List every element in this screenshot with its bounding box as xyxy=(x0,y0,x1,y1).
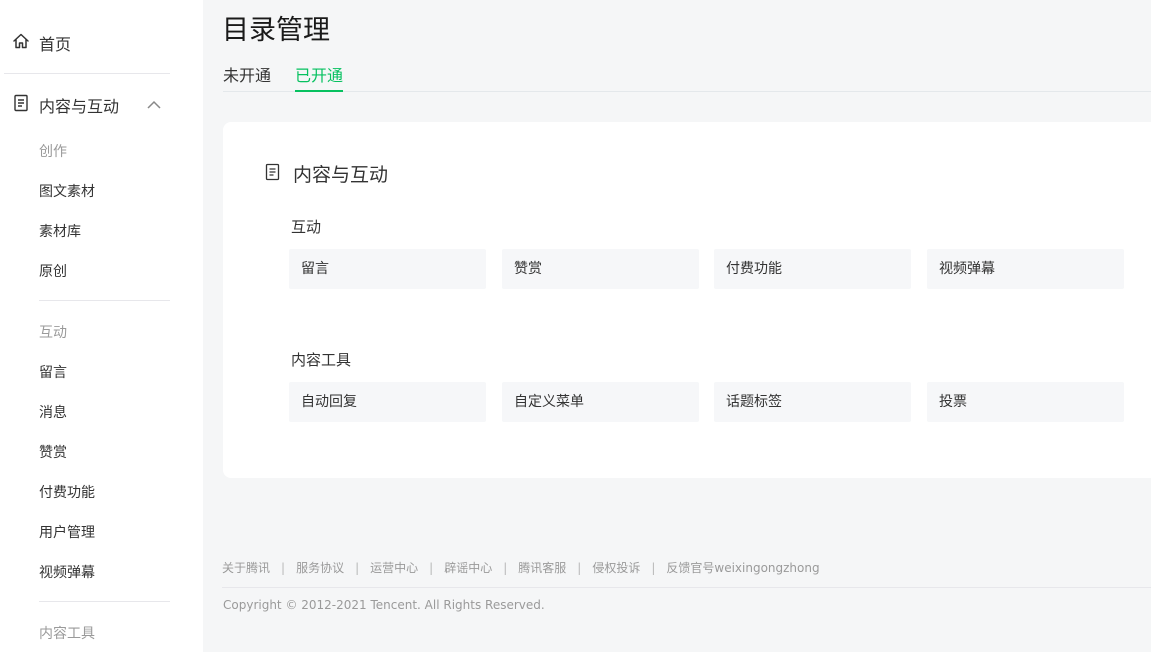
sidebar-item-messages[interactable]: 消息 xyxy=(39,402,67,422)
footer-link-rumor[interactable]: 辟谣中心 xyxy=(444,559,492,576)
section-title-interact: 互动 xyxy=(39,325,67,341)
feature-custom-menu[interactable]: 自定义菜单 xyxy=(502,382,699,422)
feature-appreciation[interactable]: 赞赏 xyxy=(502,249,699,289)
sidebar-item-paid[interactable]: 付费功能 xyxy=(39,482,95,502)
document-icon xyxy=(265,163,281,185)
sidebar-item-original[interactable]: 原创 xyxy=(39,261,67,281)
chevron-up-icon[interactable] xyxy=(146,97,162,117)
footer-link-feedback[interactable]: 反馈官号weixingongzhong xyxy=(666,559,819,576)
footer-separator: | xyxy=(281,560,286,575)
sidebar-item-users[interactable]: 用户管理 xyxy=(39,522,95,542)
footer-link-operations[interactable]: 运营中心 xyxy=(370,559,418,576)
sidebar-group-label: 内容与互动 xyxy=(39,97,120,116)
page-title: 目录管理 xyxy=(222,15,330,46)
sidebar-divider xyxy=(4,73,170,74)
document-icon xyxy=(12,94,30,116)
footer-links: 关于腾讯 | 服务协议 | 运营中心 | 辟谣中心 | 腾讯客服 | 侵权投诉 … xyxy=(222,559,820,576)
sidebar: 首页 内容与互动 创作 图文素材 素材库 原创 互动 留言 消息 赞赏 付费功能… xyxy=(0,0,203,652)
footer-separator: | xyxy=(577,560,582,575)
sidebar-item-library[interactable]: 素材库 xyxy=(39,221,81,241)
footer-separator: | xyxy=(651,560,656,575)
group-title-tools: 内容工具 xyxy=(291,351,352,369)
sidebar-group-content-interaction[interactable]: 内容与互动 xyxy=(12,93,170,117)
sidebar-item-home[interactable]: 首页 xyxy=(12,31,71,55)
footer-link-service[interactable]: 腾讯客服 xyxy=(518,559,566,576)
feature-vote[interactable]: 投票 xyxy=(927,382,1124,422)
sidebar-item-comments[interactable]: 留言 xyxy=(39,362,67,382)
card-title: 内容与互动 xyxy=(293,164,389,186)
group-title-interact: 互动 xyxy=(291,218,322,236)
sidebar-item-home-label: 首页 xyxy=(39,35,72,54)
feature-paid[interactable]: 付费功能 xyxy=(714,249,911,289)
feature-auto-reply[interactable]: 自动回复 xyxy=(289,382,486,422)
sidebar-divider xyxy=(39,300,170,301)
home-icon xyxy=(12,32,30,54)
section-title-create: 创作 xyxy=(39,144,67,160)
feature-topic-tags[interactable]: 话题标签 xyxy=(714,382,911,422)
sidebar-divider xyxy=(39,601,170,602)
footer-separator: | xyxy=(503,560,508,575)
sidebar-item-danmaku[interactable]: 视频弹幕 xyxy=(39,562,95,582)
copyright: Copyright © 2012-2021 Tencent. All Right… xyxy=(223,598,545,612)
footer-link-complaint[interactable]: 侵权投诉 xyxy=(592,559,640,576)
footer-divider xyxy=(222,587,1151,588)
tab-not-activated[interactable]: 未开通 xyxy=(223,62,271,92)
tab-activated[interactable]: 已开通 xyxy=(295,62,344,92)
sidebar-item-articles[interactable]: 图文素材 xyxy=(39,181,95,201)
footer-link-terms[interactable]: 服务协议 xyxy=(296,559,344,576)
footer-separator: | xyxy=(429,560,434,575)
sidebar-item-appreciation[interactable]: 赞赏 xyxy=(39,442,67,462)
footer-link-about[interactable]: 关于腾讯 xyxy=(222,559,270,576)
feature-danmaku[interactable]: 视频弹幕 xyxy=(927,249,1124,289)
features-card: 内容与互动 互动 留言 赞赏 付费功能 视频弹幕 内容工具 自动回复 自定义菜单… xyxy=(223,122,1151,478)
section-title-tools: 内容工具 xyxy=(39,626,95,642)
feature-comments[interactable]: 留言 xyxy=(289,249,486,289)
tab-bar: 未开通 已开通 xyxy=(223,62,1151,92)
footer-separator: | xyxy=(355,560,360,575)
card-header: 内容与互动 xyxy=(265,160,388,187)
